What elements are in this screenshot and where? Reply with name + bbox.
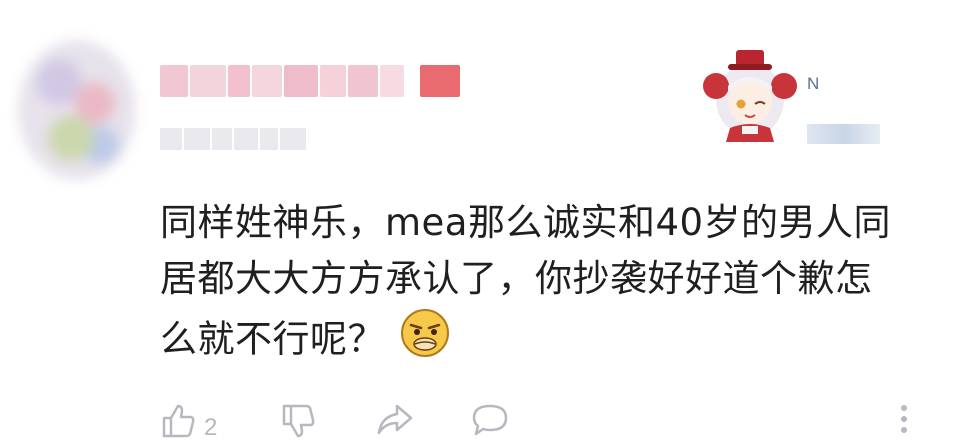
- username-blurred[interactable]: [160, 65, 462, 101]
- comment-bubble-icon: [472, 404, 508, 436]
- more-button[interactable]: [896, 402, 912, 438]
- like-count: 2: [204, 414, 218, 441]
- more-vertical-icon: [901, 405, 907, 433]
- thumb-down-icon: [282, 404, 315, 438]
- badge-label: N: [807, 74, 820, 93]
- comment-line: 么就不行呢？: [160, 307, 930, 375]
- thumb-up-icon: [162, 404, 195, 438]
- comment-line: 居都大大方方承认了，你抄袭好好道个歉怎: [160, 257, 873, 300]
- fan-badge[interactable]: N: [702, 42, 882, 144]
- comment-actions: 2: [160, 400, 940, 441]
- reply-button[interactable]: [470, 402, 510, 438]
- timestamp-blurred: [160, 128, 308, 154]
- comment-line: 同样姓神乐，mea那么诚实和40岁的男人同: [160, 201, 892, 244]
- badge-character-icon: [703, 50, 797, 142]
- dislike-button[interactable]: [280, 402, 316, 438]
- smirk-emoji-icon: [399, 307, 451, 375]
- avatar[interactable]: [18, 30, 136, 190]
- comment-line-text: 么就不行呢？: [160, 317, 385, 361]
- avatar-image: [18, 40, 136, 180]
- badge-subtext-blurred: [807, 124, 880, 144]
- share-button[interactable]: [375, 402, 415, 438]
- share-arrow-icon: [377, 404, 413, 435]
- comment-text: 同样姓神乐，mea那么诚实和40岁的男人同 居都大大方方承认了，你抄袭好好道个歉…: [160, 195, 930, 375]
- like-button[interactable]: 2: [160, 402, 217, 442]
